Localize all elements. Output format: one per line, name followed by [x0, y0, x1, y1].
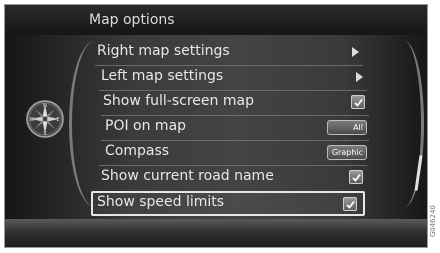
svg-text:S: S	[43, 131, 46, 137]
chevron-right-icon	[356, 72, 363, 82]
menu-item-label: Right map settings	[97, 43, 230, 59]
menu-item-show-speed-limits[interactable]: Show speed limits	[91, 191, 365, 216]
menu-item-compass[interactable]: Compass Graphic	[101, 141, 371, 165]
bottom-bar	[5, 219, 427, 247]
compass-value-badge[interactable]: Graphic	[327, 145, 367, 160]
menu-item-right-map-settings[interactable]: Right map settings	[93, 41, 365, 65]
header-bar: Map options	[5, 5, 427, 35]
poi-value-badge[interactable]: All	[327, 120, 367, 135]
menu-item-label: Show speed limits	[97, 194, 225, 210]
svg-text:E: E	[56, 117, 59, 123]
checkbox-checked-icon[interactable]	[349, 170, 363, 184]
page-title: Map options	[89, 12, 175, 28]
checkbox-checked-icon[interactable]	[343, 197, 357, 211]
svg-text:W: W	[30, 117, 35, 123]
menu-item-poi-on-map[interactable]: POI on map All	[101, 116, 371, 140]
chevron-right-icon	[352, 47, 359, 57]
menu-item-label: Compass	[105, 143, 170, 159]
menu-item-label: POI on map	[105, 118, 187, 134]
compass-icon: N W E S	[25, 99, 65, 139]
figure-code: G046240	[429, 205, 437, 238]
menu-item-show-current-road-name[interactable]: Show current road name	[97, 166, 369, 190]
menu-item-label: Show full-screen map	[103, 93, 254, 109]
checkbox-checked-icon[interactable]	[351, 95, 365, 109]
menu-item-left-map-settings[interactable]: Left map settings	[97, 66, 369, 90]
menu-item-label: Left map settings	[101, 68, 224, 84]
svg-text:N: N	[43, 103, 47, 109]
screen-frame: Map options N W E S Right map settings L…	[4, 4, 428, 248]
menu-item-label: Show current road name	[101, 168, 274, 184]
menu-item-show-full-screen-map[interactable]: Show full-screen map	[99, 91, 371, 115]
